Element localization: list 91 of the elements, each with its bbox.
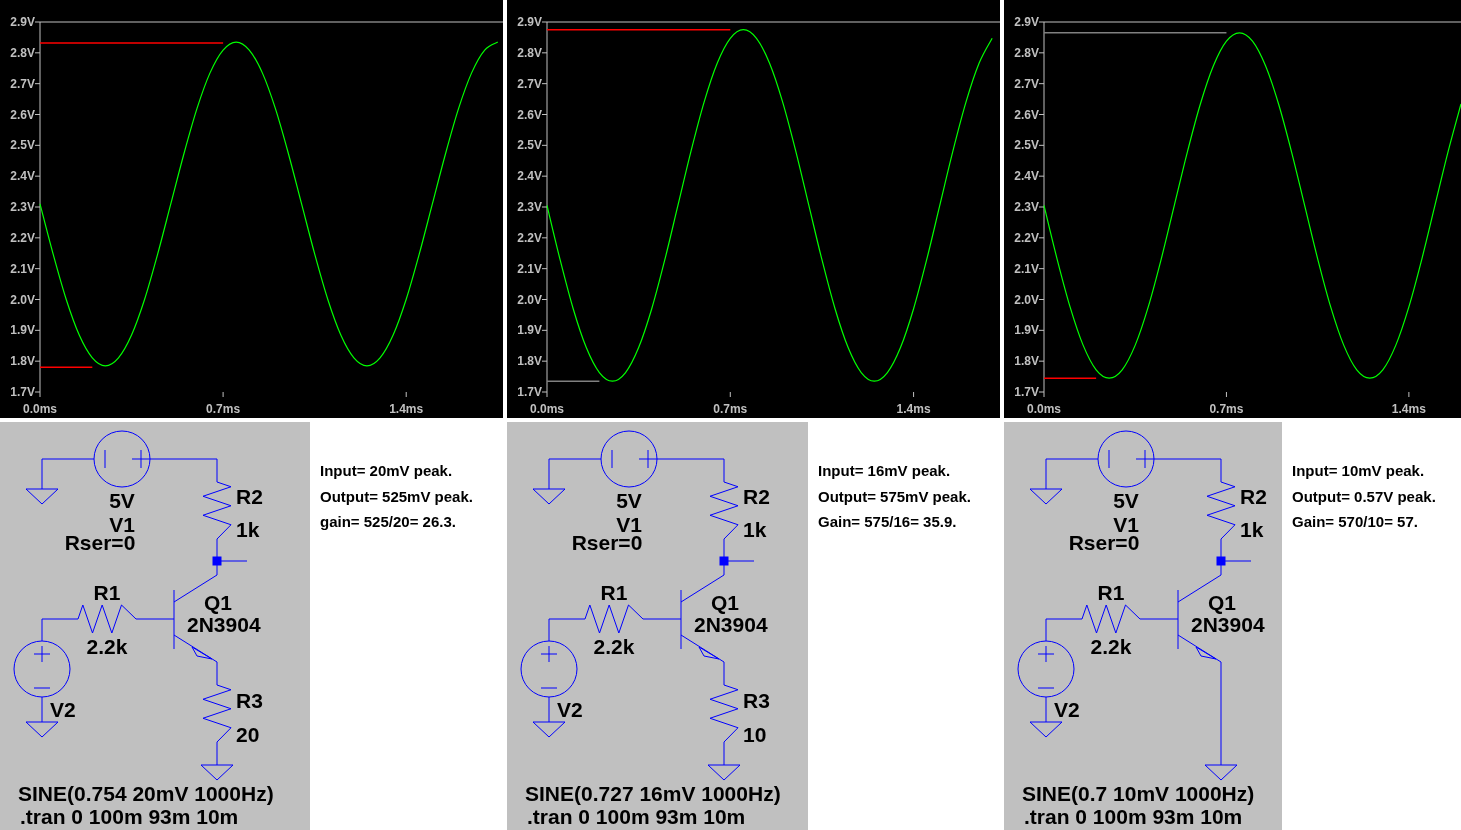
component-label: .tran 0 100m 93m 10m xyxy=(527,805,746,828)
component-label: 2N3904 xyxy=(694,613,768,636)
y-tick-label: 2.3V xyxy=(1014,200,1039,214)
y-tick-label: 2.6V xyxy=(10,107,35,122)
note-text: Input= 16mV peak. xyxy=(818,461,952,481)
component-label: SINE(0.727 16mV 1000Hz) xyxy=(525,782,781,805)
y-tick-label: 1.9V xyxy=(517,323,542,338)
y-tick-label: 2.0V xyxy=(10,292,35,307)
y-tick-label: 2.6V xyxy=(517,107,542,122)
component-label: R2 xyxy=(743,485,770,508)
component-label: 20 xyxy=(236,723,260,746)
y-tick-label: 2.7V xyxy=(517,76,542,91)
component-label: 2.2k xyxy=(86,635,128,658)
component-label: 10 xyxy=(743,723,767,746)
component-label: R3 xyxy=(236,689,263,712)
y-tick-label: 2.1V xyxy=(517,261,542,276)
x-tick-label: 1.4ms xyxy=(1391,402,1426,416)
component-label: R1 xyxy=(600,581,628,604)
y-tick-label: 1.7V xyxy=(1014,385,1039,399)
y-tick-label: 2.3V xyxy=(10,200,35,214)
x-tick-label: 0.0ms xyxy=(1027,402,1061,416)
y-tick-label: 2.5V xyxy=(10,138,35,153)
y-tick-label: 2.5V xyxy=(517,138,542,153)
y-tick-label: 2.4V xyxy=(1014,169,1039,184)
component-label: 1k xyxy=(236,518,260,541)
component-label: R2 xyxy=(1240,485,1267,508)
x-tick-label: 0.0ms xyxy=(530,402,564,416)
note-text: Output= 525mV peak. xyxy=(320,486,473,507)
y-tick-label: 2.2V xyxy=(10,230,35,245)
y-tick-label: 2.4V xyxy=(517,169,542,184)
component-label: 2N3904 xyxy=(187,613,261,636)
y-tick-label: 2.7V xyxy=(1014,76,1039,91)
note-text: gain= 525/20= 26.3. xyxy=(320,512,457,532)
component-label: 1k xyxy=(1240,518,1264,541)
x-tick-label: 0.0ms xyxy=(23,402,57,416)
y-tick-label: 2.9V xyxy=(517,15,542,29)
component-label: 5V xyxy=(1113,489,1139,512)
component-label: R2 xyxy=(236,485,263,508)
y-tick-label: 2.2V xyxy=(1014,230,1039,245)
y-tick-label: 2.1V xyxy=(10,261,35,276)
component-label: 2.2k xyxy=(1090,635,1132,658)
component-label: R1 xyxy=(93,581,121,604)
note-text: Output= 575mV peak. xyxy=(818,486,971,507)
y-tick-label: 1.7V xyxy=(517,385,542,399)
note-text: Input= 20mV peak. xyxy=(320,461,454,481)
y-tick-label: 2.0V xyxy=(517,292,542,307)
x-tick-label: 0.7ms xyxy=(1209,402,1244,416)
y-tick-label: 1.8V xyxy=(517,354,542,369)
y-tick-label: 2.4V xyxy=(10,169,35,184)
component-label: 5V xyxy=(616,489,642,512)
y-tick-label: 2.8V xyxy=(517,45,542,60)
component-label: Q1 xyxy=(1208,591,1236,614)
y-tick-label: 1.9V xyxy=(10,323,35,338)
note-text: Gain= 570/10= 57. xyxy=(1292,512,1419,532)
component-label: R3 xyxy=(743,689,770,712)
component-label: SINE(0.7 10mV 1000Hz) xyxy=(1022,782,1255,805)
y-tick-label: 2.6V xyxy=(1014,107,1039,122)
x-tick-label: 0.7ms xyxy=(713,402,748,416)
y-tick-label: 2.3V xyxy=(517,200,542,214)
y-tick-label: 2.0V xyxy=(1014,292,1039,307)
component-label: 1k xyxy=(743,518,767,541)
y-tick-label: 1.7V xyxy=(10,385,35,399)
y-tick-label: 2.8V xyxy=(1014,45,1039,60)
component-label: .tran 0 100m 93m 10m xyxy=(1024,805,1243,828)
y-tick-label: 2.5V xyxy=(1014,138,1039,153)
component-label: 2.2k xyxy=(593,635,635,658)
y-tick-label: 2.8V xyxy=(10,45,35,60)
component-label: Q1 xyxy=(711,591,739,614)
component-label: 5V xyxy=(109,489,135,512)
y-tick-label: 1.8V xyxy=(1014,354,1039,369)
y-tick-label: 2.9V xyxy=(1014,15,1039,29)
x-tick-label: 1.4ms xyxy=(389,402,424,416)
component-label: V2 xyxy=(557,698,583,721)
y-tick-label: 2.2V xyxy=(517,230,542,245)
y-tick-label: 2.7V xyxy=(10,76,35,91)
component-label: 2N3904 xyxy=(1191,613,1265,636)
note-text: Output= 0.57V peak. xyxy=(1292,486,1436,507)
component-label: V2 xyxy=(50,698,76,721)
note-text: Gain= 575/16= 35.9. xyxy=(818,512,958,532)
component-label: V2 xyxy=(1054,698,1080,721)
y-tick-label: 2.1V xyxy=(1014,261,1039,276)
y-tick-label: 1.8V xyxy=(10,354,35,369)
component-label: Q1 xyxy=(204,591,232,614)
note-text: Input= 10mV peak. xyxy=(1292,461,1426,481)
x-tick-label: 0.7ms xyxy=(206,402,241,416)
component-label: .tran 0 100m 93m 10m xyxy=(20,805,239,828)
component-label: SINE(0.754 20mV 1000Hz) xyxy=(18,782,274,805)
y-tick-label: 1.9V xyxy=(1014,323,1039,338)
component-label: R1 xyxy=(1097,581,1125,604)
x-tick-label: 1.4ms xyxy=(896,402,931,416)
y-tick-label: 2.9V xyxy=(10,15,35,29)
